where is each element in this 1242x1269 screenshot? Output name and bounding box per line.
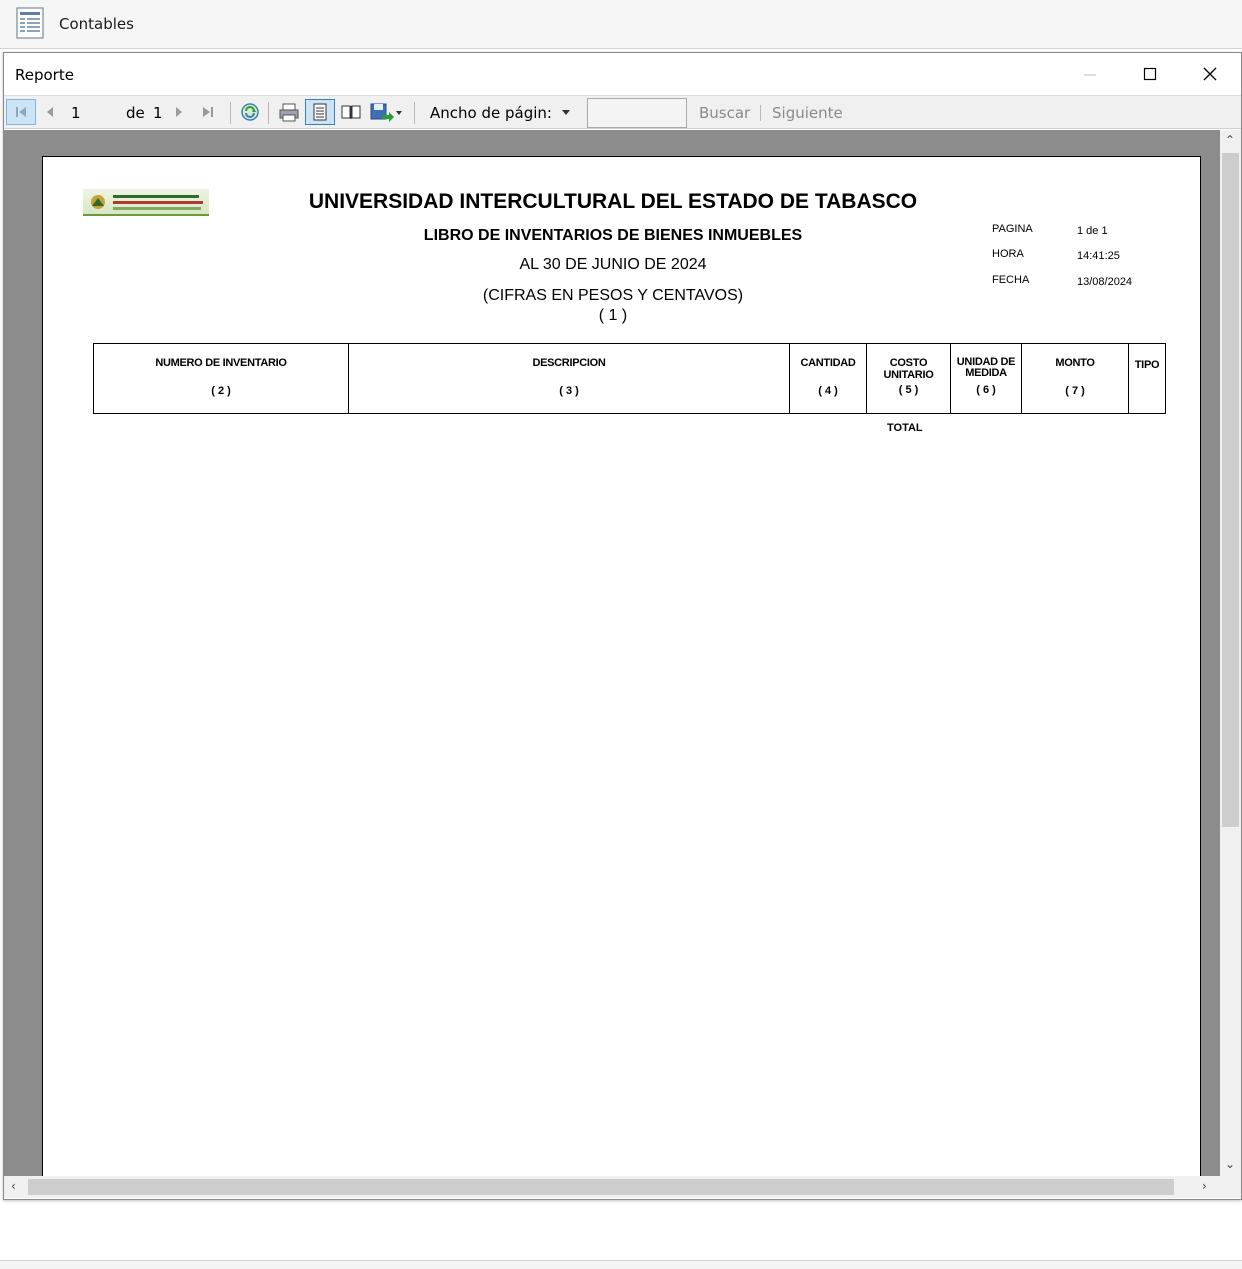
column-header-unit-cost: COSTO UNITARIO ( 5 ) xyxy=(867,344,951,413)
column-header-amount: MONTO ( 7 ) xyxy=(1022,344,1129,413)
of-label: de xyxy=(126,104,145,122)
first-page-icon xyxy=(16,107,26,117)
window-title: Reporte xyxy=(15,66,74,84)
column-header-label: UNIDAD DE MEDIDA xyxy=(956,356,1016,379)
column-header-ref: ( 3 ) xyxy=(559,385,579,397)
reference-number: ( 1 ) xyxy=(598,307,628,324)
column-header-unit-of-measure: UNIDAD DE MEDIDA ( 6 ) xyxy=(951,344,1022,413)
column-header-label: TIPO xyxy=(1134,359,1160,371)
meta-label-date: FECHA xyxy=(992,274,1030,286)
toolbar-separator xyxy=(414,102,415,124)
maximize-icon xyxy=(1143,67,1157,81)
horizontal-scrollbar-thumb[interactable] xyxy=(28,1179,1174,1195)
next-page-icon xyxy=(176,107,182,117)
column-header-ref: ( 6 ) xyxy=(976,384,996,396)
meta-label-time: HORA xyxy=(992,248,1024,260)
column-header-type: TIPO xyxy=(1129,344,1165,413)
toolbar-separator xyxy=(268,102,269,124)
report-toolbar: de 1 Ancho de págin: Buscar xyxy=(4,95,1241,129)
minimize-icon xyxy=(1084,74,1096,76)
meta-value-time: 14:41:25 xyxy=(1077,250,1120,262)
report-viewport[interactable]: UNIVERSIDAD INTERCULTURAL DEL ESTADO DE … xyxy=(4,130,1220,1176)
app-title-bar: Contables xyxy=(0,0,1242,49)
print-button[interactable] xyxy=(275,99,303,125)
search-input[interactable] xyxy=(587,98,687,128)
close-button[interactable] xyxy=(1180,53,1240,95)
zoom-select[interactable]: Ancho de págin: xyxy=(426,101,576,125)
report-document-icon xyxy=(16,7,44,39)
export-save-icon xyxy=(370,103,402,122)
refresh-button[interactable] xyxy=(237,99,263,125)
previous-page-icon xyxy=(47,107,53,117)
find-button[interactable]: Buscar xyxy=(699,104,750,122)
chevron-down-icon xyxy=(562,110,570,115)
total-pages: 1 xyxy=(153,104,163,122)
column-header-quantity: CANTIDAD ( 4 ) xyxy=(790,344,867,413)
scroll-down-icon[interactable]: ⌄ xyxy=(1225,1157,1235,1171)
column-header-label: CANTIDAD xyxy=(800,357,856,369)
next-page-button[interactable] xyxy=(168,99,190,125)
column-header-description: DESCRIPCION ( 3 ) xyxy=(349,344,790,413)
maximize-button[interactable] xyxy=(1120,53,1180,95)
page-setup-icon xyxy=(341,105,361,119)
vertical-scrollbar-thumb[interactable] xyxy=(1222,153,1239,827)
column-header-label: DESCRIPCION xyxy=(532,357,606,369)
page-number-input[interactable] xyxy=(67,101,119,125)
toolbar-separator xyxy=(760,105,761,121)
report-window: Reporte de 1 xyxy=(3,52,1242,1200)
resize-grip-icon[interactable] xyxy=(1220,1176,1241,1198)
column-header-label: MONTO xyxy=(1055,357,1095,369)
last-page-icon xyxy=(203,107,213,117)
print-icon xyxy=(279,103,299,122)
minimize-button[interactable] xyxy=(1060,53,1120,95)
column-header-inventory-number: NUMERO DE INVENTARIO ( 2 ) xyxy=(94,344,349,413)
table-header: NUMERO DE INVENTARIO ( 2 ) DESCRIPCION (… xyxy=(93,343,1166,414)
figures-note: (CIFRAS EN PESOS Y CENTAVOS) xyxy=(482,287,744,304)
page-setup-button[interactable] xyxy=(338,99,364,125)
column-header-ref: ( 5 ) xyxy=(898,384,919,396)
last-page-button[interactable] xyxy=(196,99,220,125)
meta-value-date: 13/08/2024 xyxy=(1077,276,1133,288)
scroll-right-icon[interactable]: › xyxy=(1202,1179,1207,1193)
export-button[interactable] xyxy=(368,99,404,125)
meta-value-page: 1 de 1 xyxy=(1077,225,1108,237)
toolbar-separator xyxy=(230,102,231,124)
meta-label-page: PAGINA xyxy=(992,223,1033,235)
column-header-ref: ( 7 ) xyxy=(1065,385,1085,397)
status-bar xyxy=(0,1260,1242,1269)
scroll-left-icon[interactable]: ‹ xyxy=(11,1179,16,1193)
close-icon xyxy=(1203,67,1217,81)
column-header-label: COSTO UNITARIO xyxy=(883,357,934,381)
column-header-ref: ( 4 ) xyxy=(818,385,838,397)
print-layout-icon xyxy=(313,103,327,121)
refresh-icon xyxy=(241,103,259,121)
scroll-up-icon[interactable]: ⌃ xyxy=(1225,133,1235,147)
zoom-select-value: Ancho de págin: xyxy=(430,104,552,122)
print-layout-button[interactable] xyxy=(305,99,335,125)
total-label: TOTAL xyxy=(887,422,923,434)
app-title: Contables xyxy=(59,15,134,33)
report-page: UNIVERSIDAD INTERCULTURAL DEL ESTADO DE … xyxy=(42,156,1201,1176)
column-header-ref: ( 2 ) xyxy=(211,385,231,397)
first-page-button[interactable] xyxy=(6,99,36,125)
institution-name: UNIVERSIDAD INTERCULTURAL DEL ESTADO DE … xyxy=(308,190,918,213)
window-title-bar[interactable]: Reporte xyxy=(4,53,1241,95)
column-header-label: NUMERO DE INVENTARIO xyxy=(155,357,287,369)
find-next-button[interactable]: Siguiente xyxy=(772,104,843,122)
previous-page-button[interactable] xyxy=(38,99,62,125)
